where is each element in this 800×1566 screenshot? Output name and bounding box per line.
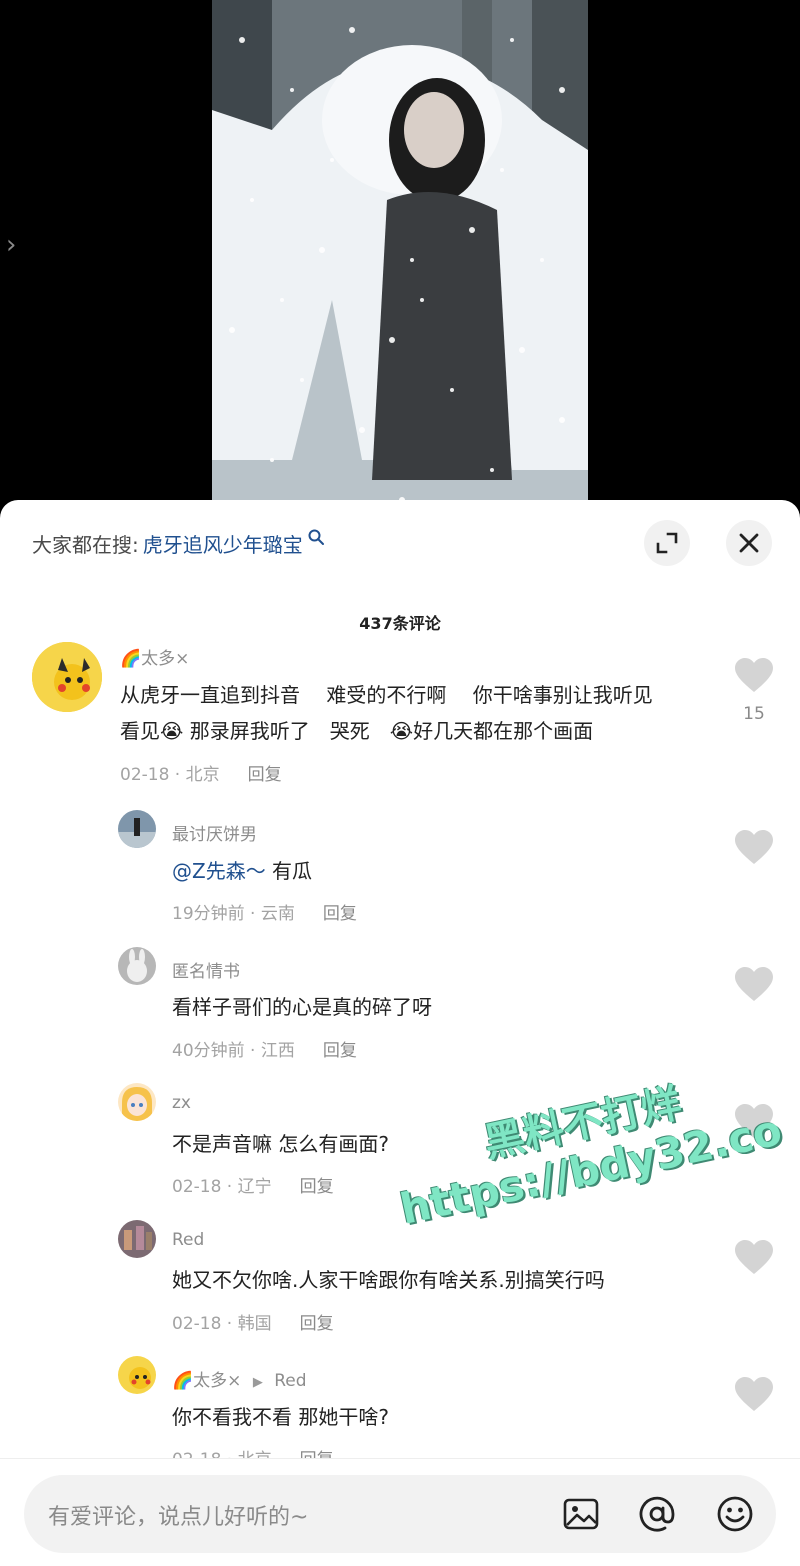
comment-meta: 40分钟前 · 江西 回复	[172, 1036, 357, 1061]
close-icon	[739, 533, 759, 553]
comment-date: 40分钟前 · 江西	[172, 1041, 295, 1061]
reply-button[interactable]: 回复	[323, 904, 357, 924]
comment-meta: 19分钟前 · 云南 回复	[172, 899, 357, 924]
expand-icon	[656, 532, 678, 554]
heart-icon[interactable]	[734, 967, 774, 1003]
comment-text: @Z先森～ 有瓜	[172, 859, 313, 883]
video-player[interactable]: ›	[0, 0, 800, 520]
avatar[interactable]	[118, 1220, 156, 1258]
comment-author: 🌈太多× ▶ Red	[172, 1366, 307, 1391]
video-still-image	[212, 0, 588, 520]
comment-text: 她又不欠你啥.人家干啥跟你有啥关系.别搞笑行吗	[172, 1268, 605, 1292]
comment-text: 不是声音嘛 怎么有画面?	[172, 1132, 389, 1156]
search-suggestion[interactable]: 大家都在搜: 虎牙追风少年璐宝	[32, 528, 325, 558]
emoji-icon[interactable]	[716, 1495, 754, 1533]
like-count: 15	[743, 704, 765, 724]
comment-author[interactable]: zx	[172, 1093, 191, 1113]
search-suggestion-term[interactable]: 虎牙追风少年璐宝	[143, 529, 303, 558]
comment-date: 02-18 · 北京	[120, 765, 220, 785]
comment-sheet: 大家都在搜: 虎牙追风少年璐宝 437条评论 🌈太多× 从虎牙一直追到抖音 难受…	[0, 500, 800, 1566]
comment-text: 看样子哥们的心是真的碎了呀	[172, 995, 432, 1019]
comment-input[interactable]: 有爱评论，说点儿好听的~	[24, 1475, 776, 1553]
reply-button[interactable]: 回复	[300, 1177, 334, 1197]
comment-text: 从虎牙一直追到抖音 难受的不行啊 你干啥事别让我听见	[120, 683, 653, 707]
heart-icon[interactable]	[734, 658, 774, 694]
avatar[interactable]	[32, 642, 102, 712]
search-suggestion-label: 大家都在搜:	[32, 532, 139, 557]
comment-count: 437条评论	[359, 614, 441, 633]
comment-meta: 02-18 · 韩国 回复	[172, 1309, 334, 1334]
comment-input-placeholder: 有爱评论，说点儿好听的~	[48, 1505, 309, 1530]
chevron-right-icon[interactable]: ›	[6, 232, 26, 258]
reply-target[interactable]: Red	[274, 1371, 306, 1391]
comment-author[interactable]: 最讨厌饼男	[172, 820, 257, 845]
mention-link[interactable]: @Z先森～	[172, 859, 266, 883]
reply-arrow-icon: ▶	[252, 1375, 263, 1390]
comment-date: 02-18 · 辽宁	[172, 1177, 272, 1197]
comment-date: 19分钟前 · 云南	[172, 904, 295, 924]
close-button[interactable]	[726, 520, 772, 566]
at-mention-icon[interactable]	[638, 1495, 676, 1533]
comment-text: 看见😭 那录屏我听了 哭死 😭好几天都在那个画面	[120, 719, 594, 743]
avatar[interactable]	[118, 810, 156, 848]
reply-button[interactable]: 回复	[300, 1314, 334, 1334]
reply-button[interactable]: 回复	[248, 765, 282, 785]
comment-date: 02-18 · 韩国	[172, 1314, 272, 1334]
avatar[interactable]	[118, 1083, 156, 1121]
comment-author[interactable]: 🌈太多×	[120, 644, 189, 669]
avatar[interactable]	[118, 1356, 156, 1394]
reply-button[interactable]: 回复	[323, 1041, 357, 1061]
comment-author[interactable]: Red	[172, 1230, 204, 1250]
avatar[interactable]	[118, 947, 156, 985]
search-icon[interactable]	[307, 528, 325, 546]
heart-icon[interactable]	[734, 1240, 774, 1276]
comment-meta: 02-18 · 辽宁 回复	[172, 1172, 334, 1197]
comment-meta: 02-18 · 北京 回复	[120, 760, 282, 785]
heart-icon[interactable]	[734, 830, 774, 866]
author-name[interactable]: 🌈太多×	[172, 1371, 241, 1391]
comment-input-bar: 有爱评论，说点儿好听的~	[0, 1458, 800, 1566]
expand-button[interactable]	[644, 520, 690, 566]
comment-text: 你不看我不看 那她干啥?	[172, 1405, 389, 1429]
video-frame[interactable]	[212, 0, 588, 520]
image-icon[interactable]	[562, 1495, 600, 1533]
heart-icon[interactable]	[734, 1377, 774, 1413]
comment-author[interactable]: 匿名情书	[172, 957, 240, 982]
